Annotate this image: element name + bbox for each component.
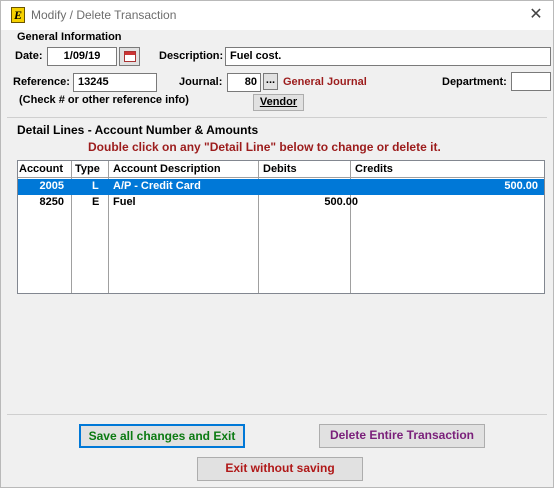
- journal-label: Journal:: [179, 76, 223, 88]
- type-cell: E: [92, 196, 100, 208]
- detail-lines-hint: Double click on any "Detail Line" below …: [88, 140, 441, 154]
- department-label: Department:: [442, 76, 507, 88]
- delete-transaction-button[interactable]: Delete Entire Transaction: [319, 424, 485, 448]
- credits-cell: 500.00: [504, 180, 538, 192]
- journal-name: General Journal: [283, 76, 367, 88]
- description-cell: A/P - Credit Card: [113, 180, 201, 192]
- section-divider: [7, 117, 547, 118]
- journal-field[interactable]: 80: [227, 73, 261, 92]
- title-bar: E Modify / Delete Transaction ✕: [1, 1, 553, 30]
- window-title: Modify / Delete Transaction: [31, 8, 177, 22]
- column-header-credits[interactable]: Credits: [355, 163, 393, 175]
- column-header-debits[interactable]: Debits: [263, 163, 297, 175]
- debits-cell: 500.00: [324, 196, 358, 208]
- description-field[interactable]: Fuel cost.: [225, 47, 551, 66]
- date-field[interactable]: 1/09/19: [47, 47, 117, 66]
- vendor-button[interactable]: Vendor: [253, 94, 304, 111]
- column-header-type[interactable]: Type: [75, 163, 100, 175]
- type-cell: L: [92, 180, 99, 192]
- close-icon[interactable]: ✕: [521, 4, 551, 26]
- reference-label: Reference:: [13, 76, 70, 88]
- description-cell: Fuel: [113, 196, 136, 208]
- header-separator: [18, 177, 544, 178]
- journal-lookup-button[interactable]: ...: [263, 73, 278, 90]
- detail-lines-header: Detail Lines - Account Number & Amounts: [17, 123, 259, 137]
- column-header-account[interactable]: Account: [19, 163, 63, 175]
- calendar-button[interactable]: [119, 47, 140, 66]
- calendar-icon: [124, 51, 136, 62]
- reference-hint: (Check # or other reference info): [19, 94, 189, 106]
- general-information-header: General Information: [17, 31, 122, 43]
- account-cell: 2005: [39, 180, 64, 192]
- department-field[interactable]: [511, 72, 551, 91]
- table-row[interactable]: 2005 L A/P - Credit Card 500.00: [18, 179, 544, 195]
- save-and-exit-button[interactable]: Save all changes and Exit: [79, 424, 245, 448]
- reference-field[interactable]: 13245: [73, 73, 157, 92]
- app-logo-icon: E: [11, 7, 25, 23]
- column-header-description[interactable]: Account Description: [113, 163, 221, 175]
- account-cell: 8250: [39, 196, 64, 208]
- table-row[interactable]: 8250 E Fuel 500.00: [18, 195, 544, 211]
- exit-without-saving-button[interactable]: Exit without saving: [197, 457, 363, 481]
- date-label: Date:: [15, 50, 43, 62]
- description-label: Description:: [159, 50, 224, 62]
- detail-lines-grid[interactable]: Account Type Account Description Debits …: [17, 160, 545, 294]
- buttons-divider: [7, 414, 547, 415]
- modify-transaction-window: E Modify / Delete Transaction ✕ General …: [0, 0, 554, 488]
- vendor-button-label: Vendor: [259, 96, 298, 108]
